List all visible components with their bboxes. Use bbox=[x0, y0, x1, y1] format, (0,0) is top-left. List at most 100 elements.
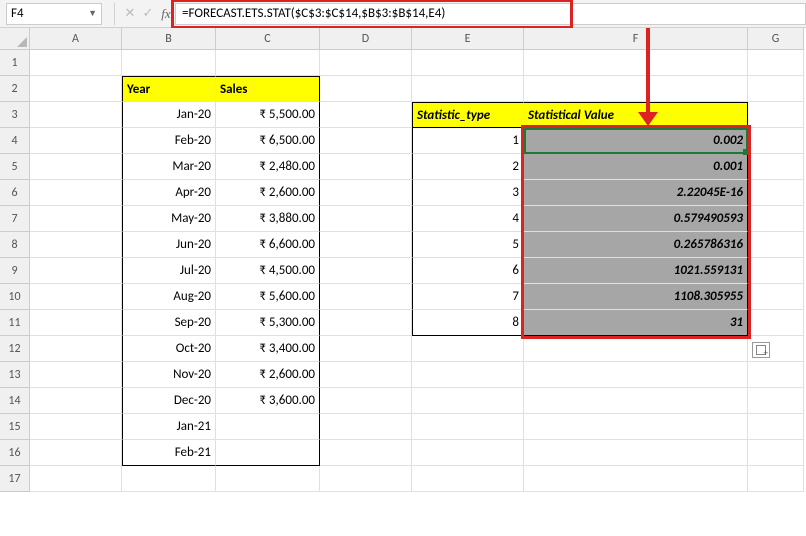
cell-D15[interactable] bbox=[320, 414, 412, 440]
table-cell-year[interactable]: Apr-20 bbox=[122, 180, 216, 206]
cell-G11[interactable] bbox=[748, 310, 804, 336]
table-cell-year[interactable]: May-20 bbox=[122, 206, 216, 232]
cell-A5[interactable] bbox=[30, 154, 122, 180]
row-header-7[interactable]: 7 bbox=[0, 206, 30, 232]
cell-D5[interactable] bbox=[320, 154, 412, 180]
row-header-2[interactable]: 2 bbox=[0, 76, 30, 102]
table-cell-year[interactable]: Jan-20 bbox=[122, 102, 216, 128]
chevron-down-icon[interactable]: ▼ bbox=[88, 8, 97, 19]
stats-cell-value[interactable]: 0.001 bbox=[524, 154, 748, 180]
stats-header-value[interactable]: Statistical Value bbox=[524, 102, 748, 128]
cell-A6[interactable] bbox=[30, 180, 122, 206]
table-cell-sales[interactable]: ₹ 3,600.00 bbox=[216, 388, 320, 414]
cell-A16[interactable] bbox=[30, 440, 122, 466]
stats-cell-value[interactable] bbox=[524, 50, 748, 76]
stats-cell-value[interactable] bbox=[524, 466, 748, 492]
cell-A9[interactable] bbox=[30, 258, 122, 284]
table-cell-year[interactable]: Dec-20 bbox=[122, 388, 216, 414]
stats-cell-type[interactable] bbox=[412, 466, 524, 492]
cell-D7[interactable] bbox=[320, 206, 412, 232]
cell-G8[interactable] bbox=[748, 232, 804, 258]
column-header-F[interactable]: F bbox=[524, 28, 748, 50]
cell-G6[interactable] bbox=[748, 180, 804, 206]
name-box[interactable]: F4 ▼ bbox=[6, 3, 102, 25]
cell-A13[interactable] bbox=[30, 362, 122, 388]
cell-G16[interactable] bbox=[748, 440, 804, 466]
table-cell-year[interactable]: Feb-20 bbox=[122, 128, 216, 154]
stats-cell-value[interactable]: 2.22045E-16 bbox=[524, 180, 748, 206]
cell-G4[interactable] bbox=[748, 128, 804, 154]
stats-cell-type[interactable]: 1 bbox=[412, 128, 524, 154]
table-cell-year[interactable]: Jul-20 bbox=[122, 258, 216, 284]
stats-cell-type[interactable]: 4 bbox=[412, 206, 524, 232]
cell-G17[interactable] bbox=[748, 466, 804, 492]
stats-cell-value[interactable]: 0.579490593 bbox=[524, 206, 748, 232]
cell-D9[interactable] bbox=[320, 258, 412, 284]
cell-A15[interactable] bbox=[30, 414, 122, 440]
row-header-10[interactable]: 10 bbox=[0, 284, 30, 310]
cell-A2[interactable] bbox=[30, 76, 122, 102]
table-cell-year[interactable] bbox=[122, 466, 216, 492]
row-header-8[interactable]: 8 bbox=[0, 232, 30, 258]
stats-cell-value[interactable] bbox=[524, 76, 748, 102]
table-cell-year[interactable]: Aug-20 bbox=[122, 284, 216, 310]
cell-G13[interactable] bbox=[748, 362, 804, 388]
cell-D3[interactable] bbox=[320, 102, 412, 128]
column-header-D[interactable]: D bbox=[320, 28, 412, 50]
cell-A12[interactable] bbox=[30, 336, 122, 362]
cell-G15[interactable] bbox=[748, 414, 804, 440]
table-cell-sales[interactable] bbox=[216, 50, 320, 76]
stats-cell-value[interactable]: 0.265786316 bbox=[524, 232, 748, 258]
stats-cell-type[interactable] bbox=[412, 388, 524, 414]
cell-A11[interactable] bbox=[30, 310, 122, 336]
cell-D16[interactable] bbox=[320, 440, 412, 466]
cell-A10[interactable] bbox=[30, 284, 122, 310]
row-header-5[interactable]: 5 bbox=[0, 154, 30, 180]
cell-A7[interactable] bbox=[30, 206, 122, 232]
table-cell-sales[interactable]: ₹ 3,880.00 bbox=[216, 206, 320, 232]
autofill-options-button[interactable] bbox=[752, 342, 770, 358]
cell-A3[interactable] bbox=[30, 102, 122, 128]
cell-D12[interactable] bbox=[320, 336, 412, 362]
spreadsheet-grid[interactable]: 1234567891011121314151617 ABCDEFG YearSa… bbox=[0, 28, 806, 492]
table-cell-sales[interactable] bbox=[216, 414, 320, 440]
table-cell-year[interactable] bbox=[122, 50, 216, 76]
cell-A1[interactable] bbox=[30, 50, 122, 76]
row-header-13[interactable]: 13 bbox=[0, 362, 30, 388]
row-header-9[interactable]: 9 bbox=[0, 258, 30, 284]
cell-D10[interactable] bbox=[320, 284, 412, 310]
stats-cell-type[interactable] bbox=[412, 362, 524, 388]
stats-cell-type[interactable] bbox=[412, 50, 524, 76]
stats-cell-value[interactable]: 31 bbox=[524, 310, 748, 336]
cell-G1[interactable] bbox=[748, 50, 804, 76]
stats-cell-value[interactable] bbox=[524, 336, 748, 362]
cell-D14[interactable] bbox=[320, 388, 412, 414]
stats-cell-type[interactable]: 7 bbox=[412, 284, 524, 310]
stats-cell-value[interactable]: 0.002 bbox=[524, 128, 748, 154]
row-header-11[interactable]: 11 bbox=[0, 310, 30, 336]
cell-D11[interactable] bbox=[320, 310, 412, 336]
stats-cell-type[interactable] bbox=[412, 414, 524, 440]
stats-cell-type[interactable]: 6 bbox=[412, 258, 524, 284]
cell-D1[interactable] bbox=[320, 50, 412, 76]
table-cell-sales[interactable]: ₹ 2,600.00 bbox=[216, 362, 320, 388]
stats-cell-value[interactable] bbox=[524, 414, 748, 440]
stats-cell-value[interactable]: 1021.559131 bbox=[524, 258, 748, 284]
row-header-17[interactable]: 17 bbox=[0, 466, 30, 492]
stats-cell-value[interactable]: 1108.305955 bbox=[524, 284, 748, 310]
stats-cell-type[interactable]: 3 bbox=[412, 180, 524, 206]
column-header-B[interactable]: B bbox=[122, 28, 216, 50]
table-cell-sales[interactable]: ₹ 5,500.00 bbox=[216, 102, 320, 128]
cell-A4[interactable] bbox=[30, 128, 122, 154]
column-header-E[interactable]: E bbox=[412, 28, 524, 50]
cell-A17[interactable] bbox=[30, 466, 122, 492]
row-header-14[interactable]: 14 bbox=[0, 388, 30, 414]
row-header-16[interactable]: 16 bbox=[0, 440, 30, 466]
row-header-6[interactable]: 6 bbox=[0, 180, 30, 206]
cell-D4[interactable] bbox=[320, 128, 412, 154]
table-cell-sales[interactable] bbox=[216, 466, 320, 492]
row-header-3[interactable]: 3 bbox=[0, 102, 30, 128]
table-header-year[interactable]: Year bbox=[122, 76, 216, 102]
row-header-1[interactable]: 1 bbox=[0, 50, 30, 76]
row-header-15[interactable]: 15 bbox=[0, 414, 30, 440]
